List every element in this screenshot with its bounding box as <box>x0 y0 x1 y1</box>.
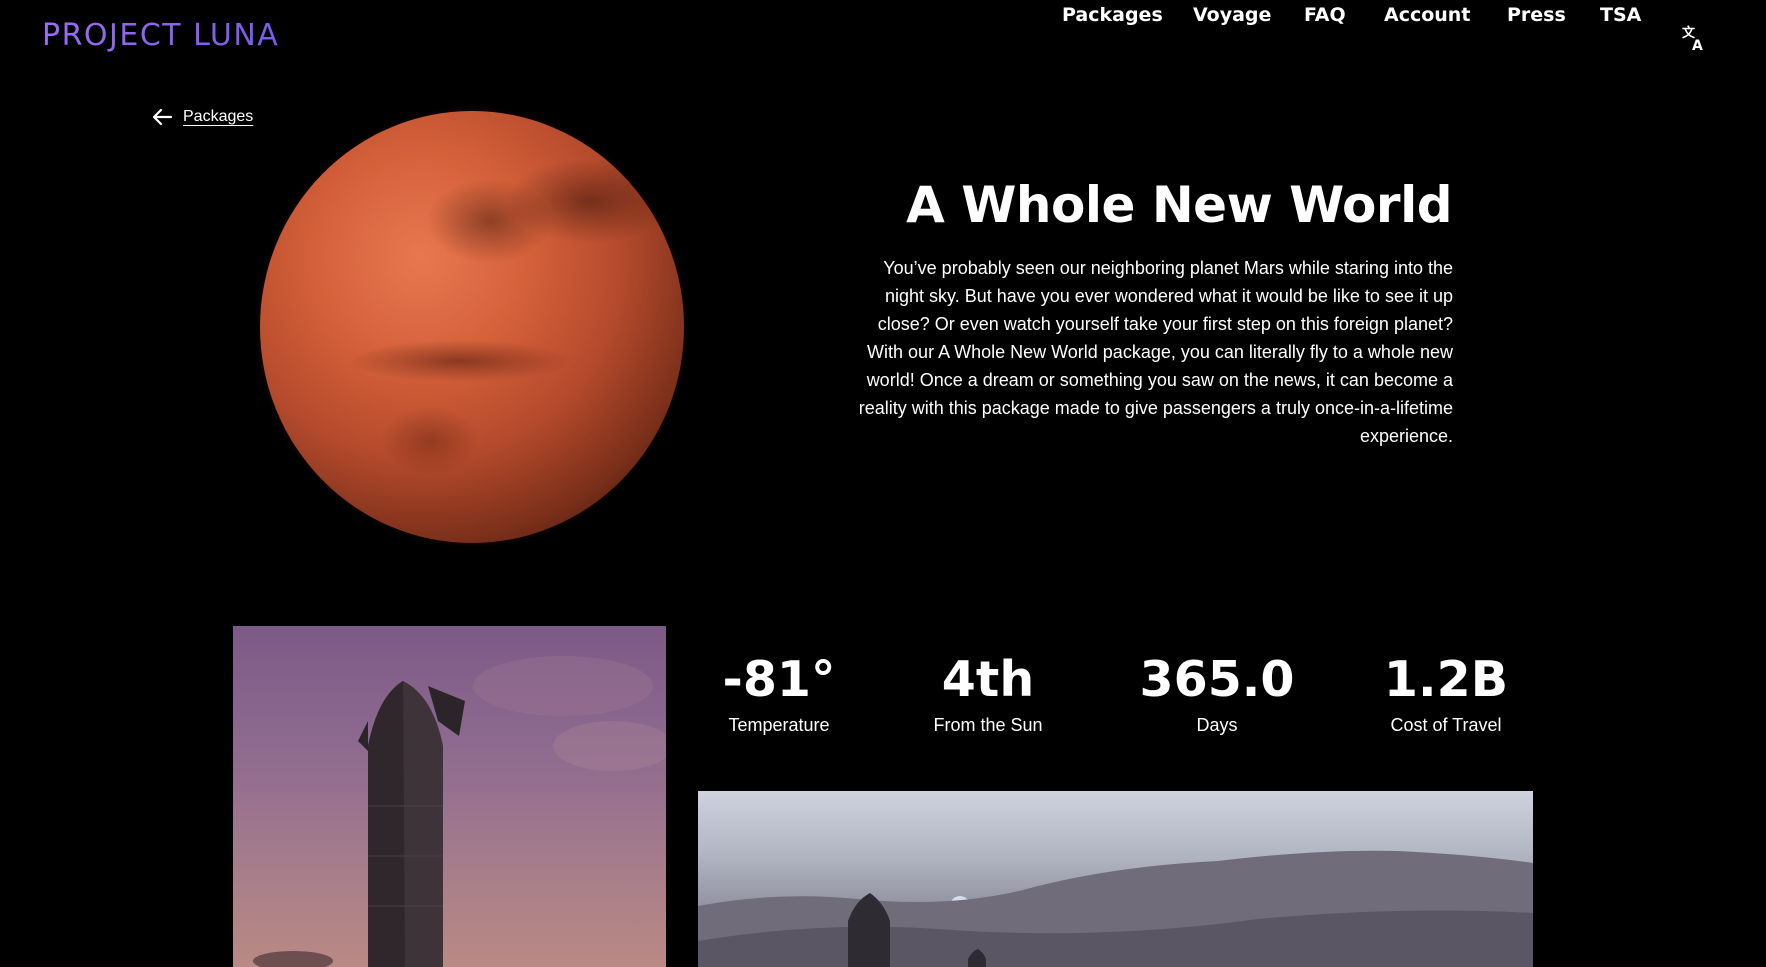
stat-label: Cost of Travel <box>1390 715 1502 735</box>
mars-planet-image <box>260 111 684 543</box>
mars-landing-photo <box>698 791 1533 967</box>
nav-voyage[interactable]: Voyage <box>1193 0 1271 30</box>
nav-tsa[interactable]: TSA <box>1600 0 1641 30</box>
logo[interactable]: PROJECT LUNA <box>42 18 279 53</box>
nav-account[interactable]: Account <box>1384 0 1470 30</box>
stat-value: 365.0 <box>1139 651 1295 708</box>
stat-temperature: -81° Temperature <box>679 651 879 736</box>
back-link-label: Packages <box>183 108 254 125</box>
stat-label: Temperature <box>728 715 830 735</box>
translate-icon[interactable]: 文 A <box>1680 23 1708 54</box>
package-description: You’ve probably seen our neighboring pla… <box>858 258 1453 446</box>
page-title: A Whole New World <box>906 176 1452 234</box>
stat-value: -81° <box>722 651 836 708</box>
stat-value: 1.2B <box>1383 651 1509 708</box>
stat-days: 365.0 Days <box>1117 651 1317 736</box>
arrow-left-icon <box>152 108 173 126</box>
nav-press[interactable]: Press <box>1507 0 1566 30</box>
nav-faq[interactable]: FAQ <box>1304 0 1346 30</box>
stat-value: 4th <box>941 651 1035 708</box>
starship-photo <box>233 626 666 967</box>
stat-label: From the Sun <box>933 715 1043 735</box>
package-detail-page: PROJECT LUNA Packages Voyage FAQ Account… <box>0 0 1766 967</box>
back-to-packages-link[interactable]: Packages <box>151 106 253 128</box>
stat-cost: 1.2B Cost of Travel <box>1346 651 1546 736</box>
stat-label: Days <box>1196 715 1238 735</box>
svg-text:A: A <box>1692 38 1703 53</box>
nav-packages[interactable]: Packages <box>1062 0 1163 30</box>
stat-distance: 4th From the Sun <box>888 651 1088 736</box>
